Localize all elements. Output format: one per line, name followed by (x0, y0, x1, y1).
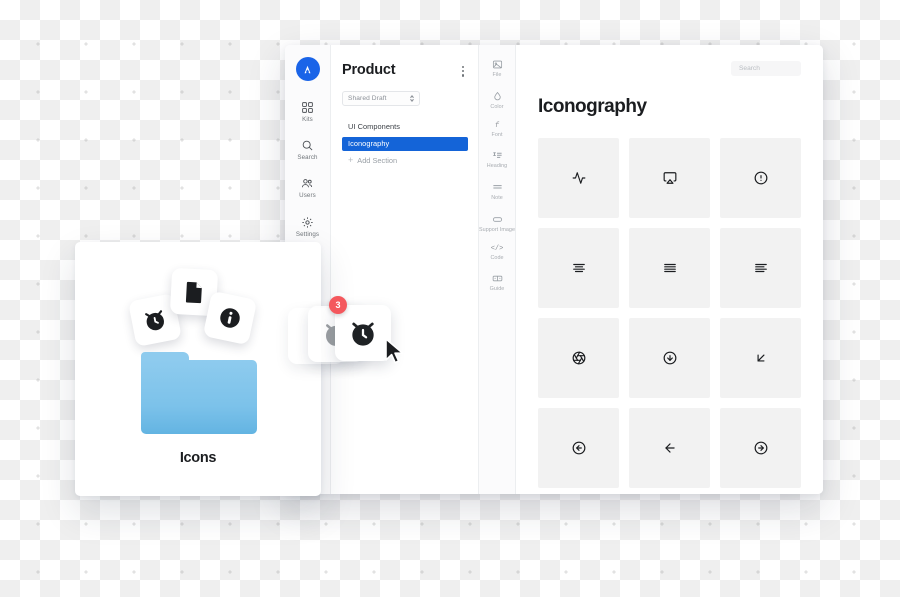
icon-cell-arrow-right-circle[interactable] (720, 408, 801, 488)
sidebar-item-search[interactable]: Search (285, 139, 330, 161)
icon-cell-align-center[interactable] (538, 228, 619, 308)
icon-cell-arrow-down-circle[interactable] (629, 318, 710, 398)
tool-label: Font (491, 131, 503, 138)
tool-font[interactable]: f Font (479, 121, 515, 139)
tool-color[interactable]: Color (479, 91, 515, 111)
icon-cell-align-left[interactable] (720, 228, 801, 308)
draft-status-value: Shared Draft (348, 94, 387, 102)
content-area: Iconography (516, 45, 823, 494)
icon-cell-aperture[interactable] (538, 318, 619, 398)
info-circle-icon (202, 290, 258, 346)
draft-status-select[interactable]: Shared Draft (342, 90, 420, 106)
panel-header: Product (342, 63, 468, 80)
mouse-pointer-icon (384, 338, 408, 371)
plus-icon: + (348, 155, 354, 166)
app-logo-a-icon[interactable] (295, 57, 320, 81)
font-f-icon: f (494, 121, 500, 130)
icon-cell-arrow-down-left[interactable] (720, 318, 801, 398)
folder-icon (141, 352, 257, 434)
drag-card-front[interactable] (335, 305, 391, 361)
folder-label: Icons (179, 450, 217, 466)
search-input[interactable] (737, 64, 795, 73)
tool-note[interactable]: Note (479, 182, 515, 202)
tool-file[interactable]: File (479, 59, 515, 79)
sidebar-item-label: Settings (295, 230, 320, 238)
tool-code[interactable]: </> Code (479, 244, 515, 262)
tool-label: Note (491, 195, 503, 201)
sidebar-item-label: Search (297, 154, 318, 162)
icon-cell-align-justify[interactable] (629, 228, 710, 308)
tool-support-image[interactable]: Support Image (479, 214, 515, 234)
content-title: Iconography (538, 96, 647, 117)
tool-label: Guide (489, 286, 505, 293)
sidebar-item-kits[interactable]: Kits (285, 101, 330, 123)
drag-count-badge: 3 (329, 296, 347, 314)
tool-label: File (492, 72, 502, 78)
chevron-updown-icon (409, 94, 415, 103)
icon-cell-arrow-left-circle[interactable] (538, 408, 619, 488)
icon-cell-activity[interactable] (538, 138, 619, 218)
tools-rail: File Color f Font Heading Note Support I… (479, 45, 516, 494)
icon-cell-alert-circle[interactable] (720, 138, 801, 218)
folder-body (141, 360, 257, 434)
tool-label: Code (490, 254, 504, 261)
sections-panel: Product Shared Draft UI Components Icono… (331, 45, 479, 494)
section-item-iconography[interactable]: Iconography (342, 136, 468, 151)
sidebar-item-users[interactable]: Users (285, 177, 330, 199)
add-section-button[interactable]: + Add Section (342, 154, 468, 168)
icon-grid (538, 138, 801, 488)
app-window: Kits Search Users Settings Product Share… (285, 45, 823, 494)
add-section-label: Add Section (357, 156, 398, 166)
finder-card: Icons (75, 242, 321, 496)
drag-stack: 3 (288, 296, 418, 386)
tool-guide[interactable]: Guide (479, 273, 515, 293)
sidebar-item-label: Users (299, 192, 316, 200)
sidebar-item-settings[interactable]: Settings (285, 216, 330, 238)
search-box[interactable] (731, 61, 801, 76)
page-title: Product (342, 62, 396, 78)
section-list: UI Components Iconography + Add Section (342, 120, 468, 168)
icon-cell-arrow-left[interactable] (629, 408, 710, 488)
sidebar-item-label: Kits (302, 116, 313, 123)
tool-heading[interactable]: Heading (479, 150, 515, 170)
kebab-menu-icon[interactable] (458, 63, 468, 80)
tool-label: Support Image (479, 226, 516, 233)
code-icon: </> (490, 244, 504, 253)
icon-cell-airplay[interactable] (629, 138, 710, 218)
tool-label: Color (490, 103, 504, 110)
section-item-ui-components[interactable]: UI Components (342, 120, 468, 134)
tool-label: Heading (486, 163, 508, 170)
